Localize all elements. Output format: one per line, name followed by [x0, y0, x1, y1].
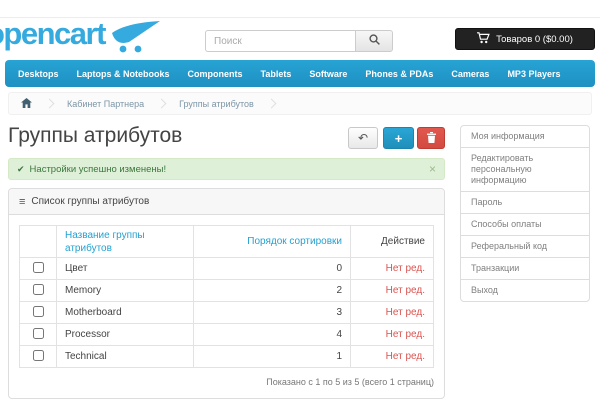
- sort-order-cell: 1: [194, 346, 351, 368]
- row-checkbox[interactable]: [33, 328, 44, 339]
- nav-item-cameras[interactable]: Cameras: [442, 69, 498, 79]
- sort-order-cell: 4: [194, 324, 351, 346]
- success-alert-text: Настройки успешно изменены!: [30, 164, 167, 175]
- row-checkbox[interactable]: [33, 262, 44, 273]
- row-checkbox[interactable]: [33, 306, 44, 317]
- nav-item-mp3[interactable]: MP3 Players: [498, 69, 569, 79]
- attribute-groups-panel: ≡ Список группы атрибутов Название групп…: [8, 188, 445, 399]
- main-content: Группы атрибутов ↶ + ✔ Настройки успеш: [8, 122, 445, 399]
- column-header-action: Действие: [351, 226, 434, 258]
- nav-item-components[interactable]: Components: [179, 69, 252, 79]
- group-name-cell: Memory: [57, 280, 194, 302]
- nav-item-desktops[interactable]: Desktops: [9, 69, 68, 79]
- action-link[interactable]: Нет ред.: [386, 285, 425, 296]
- sidebar-item-password[interactable]: Пароль: [460, 191, 590, 214]
- cart-icon: [477, 32, 490, 47]
- sidebar-item-logout[interactable]: Выход: [460, 279, 590, 302]
- group-name-cell: Motherboard: [57, 302, 194, 324]
- action-link[interactable]: Нет ред.: [386, 351, 425, 362]
- alert-close-icon[interactable]: ×: [429, 164, 436, 174]
- sort-order-cell: 3: [194, 302, 351, 324]
- row-checkbox[interactable]: [33, 350, 44, 361]
- sort-order-cell: 0: [194, 258, 351, 280]
- cart-button-label: Товаров 0 ($0.00): [496, 34, 573, 45]
- logo-cart-icon: [111, 21, 161, 58]
- sidebar-item-referral-code[interactable]: Реферальный код: [460, 235, 590, 258]
- breadcrumb-separator: [157, 99, 167, 109]
- back-button[interactable]: ↶: [348, 127, 378, 149]
- nav-item-laptops[interactable]: Laptops & Notebooks: [68, 69, 179, 79]
- list-icon: ≡: [19, 196, 25, 208]
- group-name-cell: Processor: [57, 324, 194, 346]
- search-group: [205, 30, 393, 52]
- group-name-cell: Цвет: [57, 258, 194, 280]
- home-icon[interactable]: [21, 98, 32, 110]
- table-row: Цвет 0 Нет ред.: [20, 258, 434, 280]
- group-name-cell: Technical: [57, 346, 194, 368]
- sort-order-cell: 2: [194, 280, 351, 302]
- action-link[interactable]: Нет ред.: [386, 263, 425, 274]
- column-header-name: Название группы атрибутов: [57, 226, 194, 258]
- breadcrumb-attribute-groups[interactable]: Группы атрибутов: [179, 99, 254, 109]
- add-button[interactable]: +: [383, 127, 414, 149]
- undo-arrow-icon: ↶: [358, 131, 368, 145]
- plus-icon: +: [395, 131, 403, 146]
- sidebar-item-transactions[interactable]: Транзакции: [460, 257, 590, 280]
- table-row: Memory 2 Нет ред.: [20, 280, 434, 302]
- nav-item-tablets[interactable]: Tablets: [252, 69, 301, 79]
- select-all-header: [20, 226, 57, 258]
- trash-icon: [427, 131, 436, 146]
- panel-title: Список группы атрибутов: [31, 196, 149, 207]
- delete-button[interactable]: [417, 127, 445, 149]
- breadcrumb-partner-account[interactable]: Кабинет Партнера: [67, 99, 144, 109]
- cart-button[interactable]: Товаров 0 ($0.00): [455, 28, 595, 50]
- column-header-sort-order: Порядок сортировки: [194, 226, 351, 258]
- sort-by-order-link[interactable]: Порядок сортировки: [247, 236, 342, 247]
- row-checkbox[interactable]: [33, 284, 44, 295]
- logo-text: opencart: [0, 18, 105, 50]
- action-link[interactable]: Нет ред.: [386, 329, 425, 340]
- title-actions: ↶ +: [348, 127, 445, 149]
- sidebar-item-edit-personal-info[interactable]: Редактировать персональную информацию: [460, 147, 590, 192]
- sidebar-item-payment-methods[interactable]: Способы оплаты: [460, 213, 590, 236]
- attribute-groups-table: Название группы атрибутов Порядок сортир…: [19, 225, 434, 368]
- nav-item-software[interactable]: Software: [300, 69, 356, 79]
- action-link[interactable]: Нет ред.: [386, 307, 425, 318]
- page-title: Группы атрибутов: [8, 122, 182, 150]
- sort-by-name-link[interactable]: Название группы атрибутов: [65, 230, 145, 254]
- account-sidebar: Моя информация Редактировать персональну…: [460, 125, 590, 302]
- search-button[interactable]: [355, 30, 393, 52]
- sidebar-item-my-info[interactable]: Моя информация: [460, 125, 590, 148]
- pagination-summary: Показано с 1 по 5 из 5 (всего 1 страниц): [19, 368, 434, 388]
- table-row: Motherboard 3 Нет ред.: [20, 302, 434, 324]
- search-icon: [369, 32, 380, 50]
- panel-heading: ≡ Список группы атрибутов: [9, 189, 444, 215]
- breadcrumb: Кабинет Партнера Группы атрибутов: [8, 92, 592, 115]
- search-input[interactable]: [205, 30, 355, 52]
- opencart-logo[interactable]: opencart: [0, 18, 161, 58]
- nav-item-phones[interactable]: Phones & PDAs: [356, 69, 442, 79]
- breadcrumb-separator: [266, 99, 276, 109]
- main-nav: Desktops Laptops & Notebooks Components …: [5, 60, 595, 87]
- success-alert: ✔ Настройки успешно изменены! ×: [8, 158, 445, 180]
- breadcrumb-separator: [45, 99, 55, 109]
- table-row: Processor 4 Нет ред.: [20, 324, 434, 346]
- check-circle-icon: ✔: [17, 164, 25, 175]
- table-row: Technical 1 Нет ред.: [20, 346, 434, 368]
